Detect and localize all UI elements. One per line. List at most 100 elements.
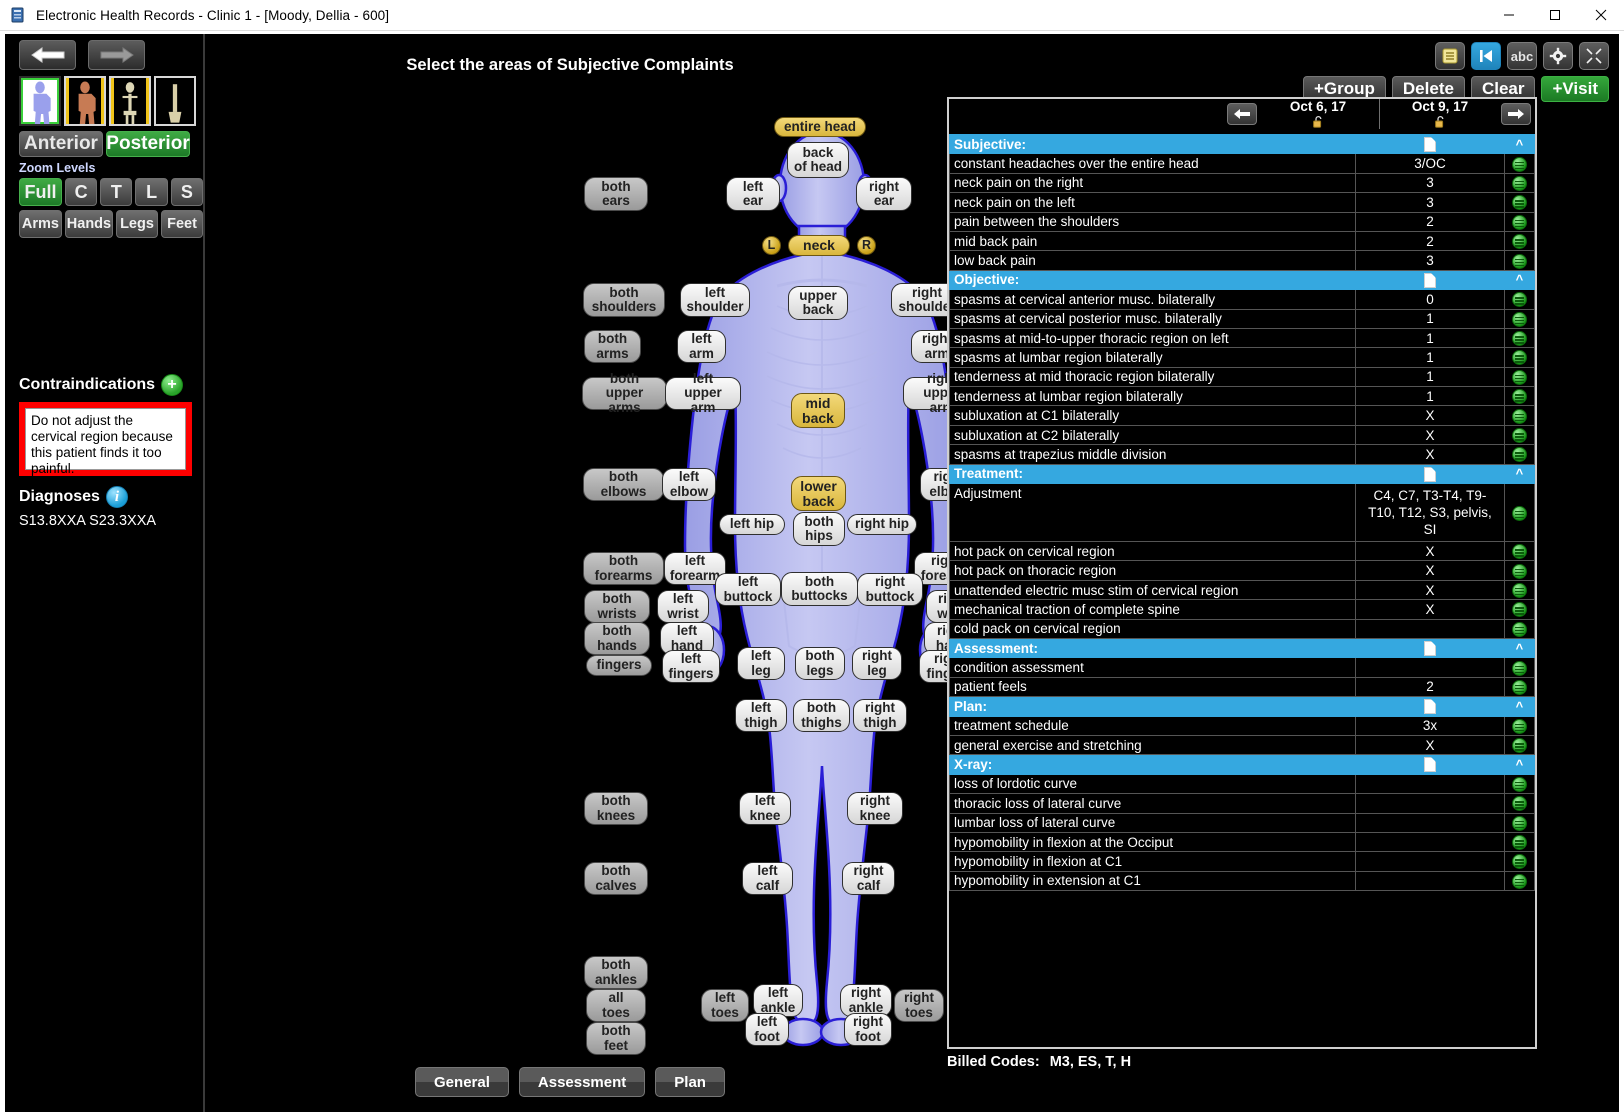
- body-tag-both-hips[interactable]: both hips: [793, 512, 845, 546]
- row-action-icon[interactable]: [1504, 406, 1534, 425]
- row-action-icon[interactable]: [1504, 832, 1534, 851]
- row-value[interactable]: C4, C7, T3-T4, T9-T10, T12, S3, pelvis, …: [1356, 484, 1505, 542]
- thumbnail-skeleton[interactable]: [109, 76, 151, 126]
- soap-section-header[interactable]: X-ray:^: [950, 755, 1535, 774]
- row-value[interactable]: X: [1356, 561, 1505, 580]
- row-action-icon[interactable]: [1504, 231, 1534, 250]
- body-tag-both-elbows[interactable]: both elbows: [583, 468, 664, 501]
- soap-section-header[interactable]: Subjective:^: [950, 135, 1535, 154]
- collapse-icon[interactable]: [1579, 42, 1609, 70]
- body-tag-both-forearms[interactable]: both forearms: [583, 552, 664, 585]
- row-action-icon[interactable]: [1504, 871, 1534, 890]
- thumbnail-skin-anterior[interactable]: [19, 76, 61, 126]
- row-value[interactable]: [1356, 832, 1505, 851]
- row-value[interactable]: [1356, 619, 1505, 638]
- row-action-icon[interactable]: [1504, 212, 1534, 231]
- body-tag-both-thighs[interactable]: both thighs: [793, 699, 850, 732]
- contraindications-text[interactable]: Do not adjust the cervical region becaus…: [25, 408, 186, 470]
- row-action-icon[interactable]: [1504, 716, 1534, 735]
- soap-section-collapse[interactable]: ^: [1504, 135, 1534, 154]
- soap-section-doc-icon[interactable]: [1356, 755, 1505, 774]
- region-button-hands[interactable]: Hands: [65, 210, 113, 238]
- row-value[interactable]: 1: [1356, 309, 1505, 328]
- body-tag-both-ears[interactable]: both ears: [584, 177, 648, 211]
- body-tag-r[interactable]: R: [857, 236, 876, 255]
- table-row[interactable]: cold pack on cervical region: [950, 619, 1535, 638]
- row-value[interactable]: 1: [1356, 348, 1505, 367]
- soap-section-collapse[interactable]: ^: [1504, 697, 1534, 716]
- soap-section-doc-icon[interactable]: [1356, 135, 1505, 154]
- region-button-feet[interactable]: Feet: [161, 210, 203, 238]
- row-action-icon[interactable]: [1504, 484, 1534, 542]
- table-row[interactable]: hypomobility in extension at C1: [950, 871, 1535, 890]
- row-value[interactable]: 2: [1356, 231, 1505, 250]
- soap-section-collapse[interactable]: ^: [1504, 755, 1534, 774]
- soap-section-header[interactable]: Assessment:^: [950, 638, 1535, 657]
- soap-section-header[interactable]: Objective:^: [950, 270, 1535, 289]
- general-button[interactable]: General: [415, 1067, 509, 1097]
- row-action-icon[interactable]: [1504, 154, 1534, 173]
- row-value[interactable]: 3: [1356, 193, 1505, 212]
- table-row[interactable]: hot pack on cervical regionX: [950, 542, 1535, 561]
- back-arrow-icon[interactable]: [19, 40, 76, 70]
- body-diagram[interactable]: entire headback of headboth earsleft ear…: [207, 34, 933, 1044]
- soap-section-collapse[interactable]: ^: [1504, 270, 1534, 289]
- body-tag-right-hip[interactable]: right hip: [847, 514, 917, 535]
- table-row[interactable]: subluxation at C1 bilaterallyX: [950, 406, 1535, 425]
- next-visit-arrow-icon[interactable]: [1501, 103, 1531, 125]
- body-tag-left-elbow[interactable]: left elbow: [662, 468, 716, 501]
- row-value[interactable]: X: [1356, 445, 1505, 464]
- row-action-icon[interactable]: [1504, 852, 1534, 871]
- table-row[interactable]: spasms at trapezius middle divisionX: [950, 445, 1535, 464]
- body-tag-right-foot[interactable]: right foot: [844, 1013, 892, 1046]
- body-tag-entire-head[interactable]: entire head: [774, 117, 866, 137]
- row-action-icon[interactable]: [1504, 794, 1534, 813]
- row-value[interactable]: [1356, 813, 1505, 832]
- row-value[interactable]: 2: [1356, 212, 1505, 231]
- table-row[interactable]: neck pain on the right3: [950, 173, 1535, 192]
- body-tag-upper-back[interactable]: upper back: [788, 286, 848, 320]
- table-row[interactable]: patient feels2: [950, 677, 1535, 696]
- body-tag-both-feet[interactable]: both feet: [586, 1022, 646, 1055]
- body-tag-right-ear[interactable]: right ear: [856, 177, 912, 211]
- abc-icon[interactable]: abc: [1507, 42, 1537, 70]
- row-action-icon[interactable]: [1504, 774, 1534, 793]
- plus-icon[interactable]: +: [161, 374, 183, 396]
- row-value[interactable]: X: [1356, 425, 1505, 444]
- body-tag-both-arms[interactable]: both arms: [584, 330, 641, 363]
- body-tag-both-calves[interactable]: both calves: [584, 862, 648, 895]
- soap-section-header[interactable]: Plan:^: [950, 697, 1535, 716]
- table-row[interactable]: spasms at mid-to-upper thoracic region o…: [950, 328, 1535, 347]
- forward-arrow-icon[interactable]: [88, 40, 145, 70]
- row-value[interactable]: 1: [1356, 328, 1505, 347]
- row-value[interactable]: 3x: [1356, 716, 1505, 735]
- anterior-button[interactable]: Anterior: [19, 131, 103, 157]
- row-action-icon[interactable]: [1504, 580, 1534, 599]
- notes-icon[interactable]: [1435, 42, 1465, 70]
- table-row[interactable]: lumbar loss of lateral curve: [950, 813, 1535, 832]
- soap-section-doc-icon[interactable]: [1356, 697, 1505, 716]
- row-action-icon[interactable]: [1504, 367, 1534, 386]
- row-value[interactable]: [1356, 774, 1505, 793]
- body-tag-both-upper-arms[interactable]: both upper arms: [582, 377, 667, 410]
- table-row[interactable]: general exercise and stretchingX: [950, 735, 1535, 754]
- body-tag-left-leg[interactable]: left leg: [737, 647, 785, 680]
- row-value[interactable]: X: [1356, 406, 1505, 425]
- date-column-2[interactable]: Oct 9, 17: [1379, 99, 1501, 129]
- row-action-icon[interactable]: [1504, 425, 1534, 444]
- posterior-button[interactable]: Posterior: [106, 131, 190, 157]
- row-action-icon[interactable]: [1504, 561, 1534, 580]
- body-tag-left-knee[interactable]: left knee: [739, 792, 791, 825]
- table-row[interactable]: mid back pain2: [950, 231, 1535, 250]
- table-row[interactable]: loss of lordotic curve: [950, 774, 1535, 793]
- table-row[interactable]: thoracic loss of lateral curve: [950, 794, 1535, 813]
- soap-section-collapse[interactable]: ^: [1504, 638, 1534, 657]
- soap-section-header[interactable]: Treatment:^: [950, 464, 1535, 483]
- table-row[interactable]: hypomobility in flexion at the Occiput: [950, 832, 1535, 851]
- body-tag-left-fingers[interactable]: left fingers: [662, 650, 720, 683]
- add-visit-button[interactable]: +Visit: [1541, 76, 1609, 102]
- body-tag-left-wrist[interactable]: left wrist: [657, 590, 709, 623]
- row-value[interactable]: [1356, 871, 1505, 890]
- table-row[interactable]: hot pack on thoracic regionX: [950, 561, 1535, 580]
- body-tag-back-of-head[interactable]: back of head: [787, 142, 849, 178]
